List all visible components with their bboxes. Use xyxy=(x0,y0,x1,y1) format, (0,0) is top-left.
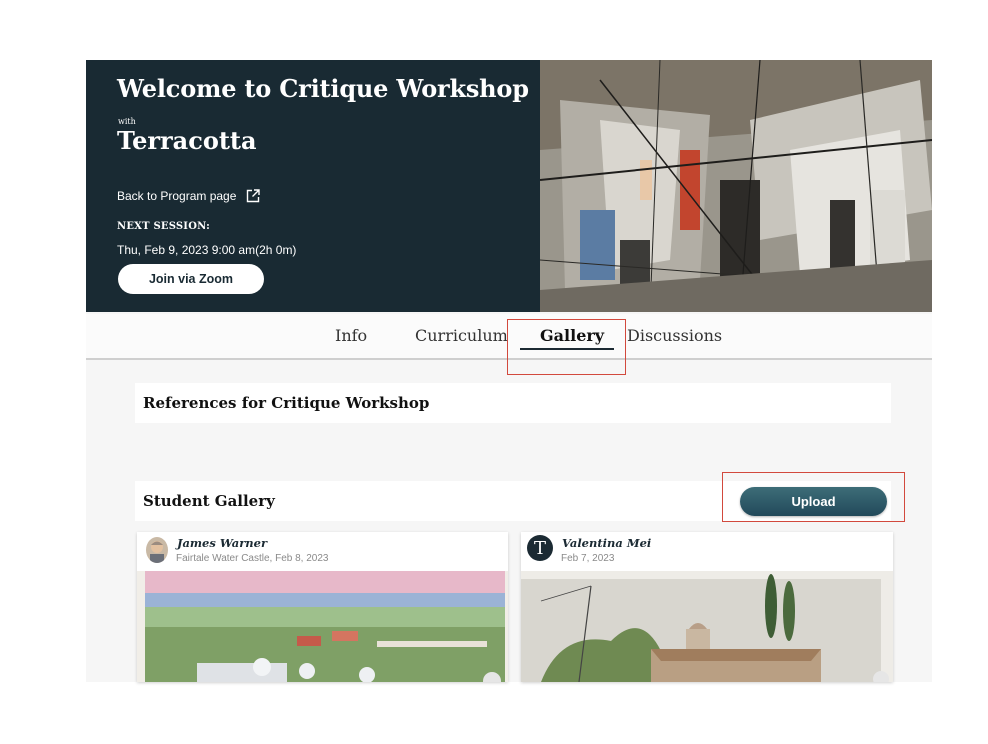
back-to-program-link[interactable]: Back to Program page xyxy=(117,189,261,203)
page-title: Welcome to Critique Workshop xyxy=(117,74,529,103)
external-link-icon xyxy=(247,189,261,203)
tab-info[interactable]: Info xyxy=(335,326,367,345)
upload-button-highlight xyxy=(722,472,905,522)
avatar: T xyxy=(527,535,553,561)
join-zoom-button[interactable]: Join via Zoom xyxy=(118,264,264,294)
references-title: References for Critique Workshop xyxy=(143,394,430,412)
back-link-label: Back to Program page xyxy=(117,189,237,203)
with-label: with xyxy=(118,117,136,126)
avatar xyxy=(146,537,168,563)
post-author: James Warner xyxy=(177,536,268,550)
post-meta: Fairtale Water Castle, Feb 8, 2023 xyxy=(176,553,329,564)
references-section: References for Critique Workshop xyxy=(135,383,891,423)
tab-discussions[interactable]: Discussions xyxy=(627,326,722,345)
instructor-name: Terracotta xyxy=(117,126,257,155)
post-author: Valentina Mei xyxy=(562,536,652,550)
next-session-label: Next session: xyxy=(117,221,210,232)
post-meta: Feb 7, 2023 xyxy=(561,553,615,564)
gallery-title: Student Gallery xyxy=(143,492,275,510)
artwork-image xyxy=(521,571,893,682)
hero-banner: Welcome to Critique Workshop with Terrac… xyxy=(86,60,932,312)
hero-artwork xyxy=(540,60,932,312)
tab-curriculum[interactable]: Curriculum xyxy=(415,326,508,345)
gallery-card[interactable]: James Warner Fairtale Water Castle, Feb … xyxy=(137,532,508,682)
gallery-card[interactable]: T Valentina Mei Feb 7, 2023 xyxy=(521,532,893,682)
next-session-time: Thu, Feb 9, 2023 9:00 am(2h 0m) xyxy=(117,243,297,257)
artwork-image xyxy=(137,571,508,682)
gallery-tab-highlight xyxy=(507,319,626,375)
